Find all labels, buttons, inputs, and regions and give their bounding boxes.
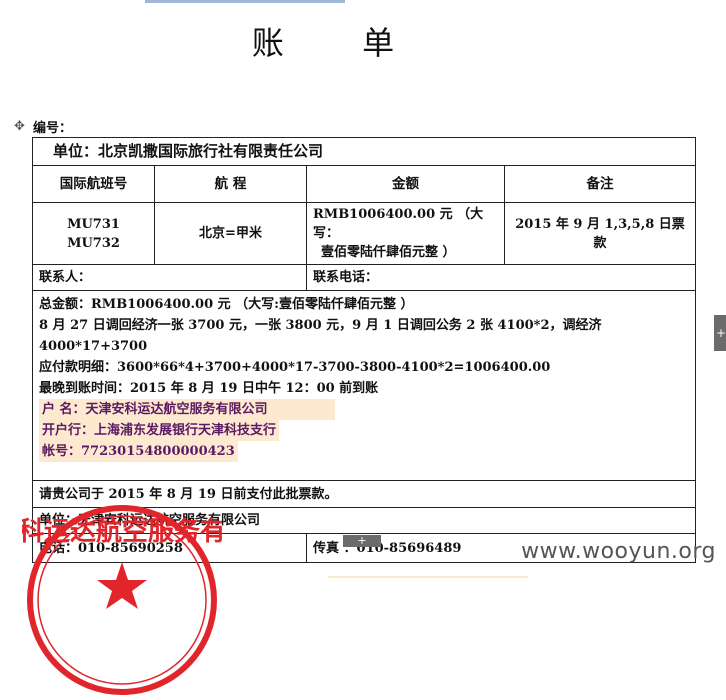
header-flight-number: 国际航班号 <box>32 165 155 203</box>
amount-cell: RMB1006400.00 元 （大写： 壹佰零陆仟肆佰元整 ） <box>306 202 505 265</box>
company-seal: 安科运达航空服务有限 <box>22 505 222 695</box>
contact-phone: 联系电话： <box>305 264 697 291</box>
flight-number: MU731 <box>67 216 120 232</box>
account-bank: 开户行：上海浦东发展银行天津科技支行 <box>39 420 280 441</box>
plus-icon[interactable]: + <box>343 535 381 547</box>
header-row: 国际航班号 航 程 金额 备注 <box>32 165 697 203</box>
account-number: 帐号：77230154800000423 <box>39 441 238 462</box>
unit-row: 单位：北京凯撒国际旅行社有限责任公司 <box>31 137 697 166</box>
remark-cell: 2015 年 9 月 1,3,5,8 日票款 <box>503 202 697 265</box>
header-route: 航 程 <box>154 165 307 203</box>
flight-row: MU731 MU732 北京=甲米 RMB1006400.00 元 （大写： 壹… <box>32 202 697 265</box>
details-row: 总金额：RMB1006400.00 元 （大写:壹佰零陆仟肆佰元整 ） 8 月 … <box>31 290 697 481</box>
payment-breakdown: 应付款明细：3600*66*4+3700+4000*17-3700-3800-4… <box>39 360 551 375</box>
deadline: 最晚到账时间：2015 年 8 月 19 日中午 12：00 前到账 <box>39 381 379 396</box>
amount-line: 壹佰零陆仟肆佰元整 ） <box>321 245 456 260</box>
adjustment-note: 8 月 27 日调回经济一张 3700 元，一张 3800 元，9 月 1 日调… <box>39 318 602 354</box>
header-remark: 备注 <box>503 165 697 203</box>
amount-line: RMB1006400.00 元 （大写： <box>313 207 484 241</box>
total-amount: 总金额：RMB1006400.00 元 （大写:壹佰零陆仟肆佰元整 ） <box>39 297 414 312</box>
flight-numbers-cell: MU731 MU732 <box>32 202 155 265</box>
plus-icon[interactable]: + <box>714 315 726 351</box>
svg-text:安科运达航空服务有限: 安科运达航空服务有限 <box>22 516 222 547</box>
contact-person: 联系人： <box>32 264 307 291</box>
account-name: 户 名：天津安科运达航空服务有限公司 <box>39 399 335 420</box>
number-label: 编号： <box>33 121 73 136</box>
details-cell: 总金额：RMB1006400.00 元 （大写:壹佰零陆仟肆佰元整 ） 8 月 … <box>31 290 697 481</box>
flight-number: MU732 <box>67 235 120 251</box>
route-cell: 北京=甲米 <box>154 202 307 265</box>
page-title: 账 单 <box>251 24 429 62</box>
contact-row: 联系人： 联系电话： <box>32 264 697 291</box>
ruler-highlight <box>145 0 345 3</box>
move-handle-icon[interactable]: ✥ <box>14 120 25 133</box>
unit-cell: 单位：北京凯撒国际旅行社有限责任公司 <box>31 137 697 166</box>
watermark: www.wooyun.org <box>521 539 716 564</box>
header-amount: 金额 <box>306 165 505 203</box>
